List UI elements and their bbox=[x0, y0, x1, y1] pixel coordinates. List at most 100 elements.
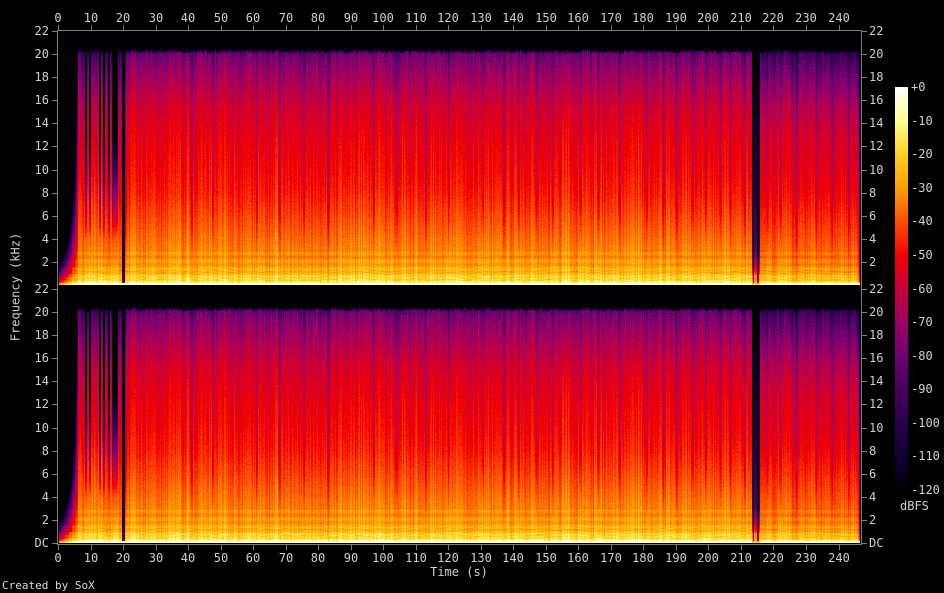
x-tick-bottom bbox=[611, 545, 612, 550]
x-tick-top bbox=[416, 25, 417, 30]
x-tick-label-top: 210 bbox=[730, 11, 752, 25]
y-tick-label-right: 16 bbox=[869, 351, 884, 365]
y-tick-right bbox=[862, 123, 867, 124]
y-tick-right bbox=[862, 289, 867, 290]
y-tick-label-left: 4 bbox=[41, 232, 49, 246]
y-tick-left bbox=[52, 77, 57, 78]
colorbar-tick-label: -20 bbox=[911, 147, 933, 161]
y-tick-left bbox=[52, 497, 57, 498]
x-tick-label-bottom: 10 bbox=[83, 551, 99, 565]
x-tick-label-top: 100 bbox=[372, 11, 394, 25]
x-tick-label-bottom: 210 bbox=[730, 551, 752, 565]
x-tick-top bbox=[513, 25, 514, 30]
x-tick-bottom bbox=[58, 545, 59, 550]
x-tick-label-bottom: 40 bbox=[180, 551, 196, 565]
y-tick-right bbox=[862, 381, 867, 382]
y-tick-right bbox=[862, 497, 867, 498]
x-tick-label-bottom: 160 bbox=[567, 551, 589, 565]
spectrogram-channel-2 bbox=[58, 289, 861, 543]
y-tick-label-right: 4 bbox=[869, 490, 877, 504]
y-tick-right bbox=[862, 451, 867, 452]
colorbar-tick-label: -110 bbox=[911, 449, 940, 463]
x-tick-bottom bbox=[676, 545, 677, 550]
y-tick-left bbox=[52, 474, 57, 475]
y-tick-right bbox=[862, 170, 867, 171]
y-tick-right bbox=[862, 428, 867, 429]
x-tick-bottom bbox=[286, 545, 287, 550]
y-tick-label-right: 6 bbox=[869, 467, 877, 481]
y-tick-label-right: 4 bbox=[869, 232, 877, 246]
y-tick-label-right: 2 bbox=[869, 513, 877, 527]
x-tick-top bbox=[481, 25, 482, 30]
y-tick-label-right: 10 bbox=[869, 421, 884, 435]
x-tick-label-top: 190 bbox=[665, 11, 687, 25]
x-tick-bottom bbox=[773, 545, 774, 550]
x-tick-top bbox=[448, 25, 449, 30]
x-tick-label-bottom: 150 bbox=[535, 551, 557, 565]
x-tick-label-bottom: 110 bbox=[405, 551, 427, 565]
x-tick-bottom bbox=[351, 545, 352, 550]
x-tick-label-bottom: 220 bbox=[762, 551, 784, 565]
colorbar-tick-label: +0 bbox=[911, 80, 926, 94]
x-tick-top bbox=[708, 25, 709, 30]
colorbar-title: dBFS bbox=[900, 499, 929, 513]
x-tick-label-bottom: 170 bbox=[600, 551, 622, 565]
y-tick-label-left: 6 bbox=[41, 467, 49, 481]
x-tick-label-top: 80 bbox=[310, 11, 326, 25]
x-tick-label-top: 170 bbox=[600, 11, 622, 25]
y-tick-label-right: 14 bbox=[869, 374, 884, 388]
y-tick-right bbox=[862, 404, 867, 405]
y-tick-label-left: 20 bbox=[34, 305, 49, 319]
x-tick-label-top: 130 bbox=[470, 11, 492, 25]
x-tick-bottom bbox=[481, 545, 482, 550]
x-tick-bottom bbox=[578, 545, 579, 550]
x-tick-label-bottom: 60 bbox=[245, 551, 261, 565]
plot-border-right bbox=[861, 30, 862, 545]
x-tick-label-top: 10 bbox=[83, 11, 99, 25]
y-tick-left bbox=[52, 100, 57, 101]
x-tick-label-bottom: 90 bbox=[343, 551, 359, 565]
y-tick-label-left: 2 bbox=[41, 255, 49, 269]
x-tick-bottom bbox=[806, 545, 807, 550]
x-tick-bottom bbox=[416, 545, 417, 550]
x-tick-bottom bbox=[91, 545, 92, 550]
y-tick-left bbox=[52, 428, 57, 429]
y-tick-label-right: 10 bbox=[869, 163, 884, 177]
y-tick-label-right: 20 bbox=[869, 47, 884, 61]
x-tick-label-bottom: 180 bbox=[632, 551, 654, 565]
x-tick-label-top: 40 bbox=[180, 11, 196, 25]
x-tick-bottom bbox=[383, 545, 384, 550]
x-tick-top bbox=[741, 25, 742, 30]
x-tick-label-top: 220 bbox=[762, 11, 784, 25]
x-tick-bottom bbox=[839, 545, 840, 550]
x-tick-bottom bbox=[643, 545, 644, 550]
y-tick-left bbox=[52, 54, 57, 55]
y-tick-label-left: 10 bbox=[34, 163, 49, 177]
colorbar-tick-label: -40 bbox=[911, 214, 933, 228]
x-tick-top bbox=[839, 25, 840, 30]
y-tick-left bbox=[52, 193, 57, 194]
y-tick-label-left: 8 bbox=[41, 444, 49, 458]
y-tick-left bbox=[52, 262, 57, 263]
colorbar-tick-label: -90 bbox=[911, 382, 933, 396]
x-tick-label-top: 60 bbox=[245, 11, 261, 25]
y-tick-label-left: 14 bbox=[34, 116, 49, 130]
y-tick-label-left: 18 bbox=[34, 328, 49, 342]
x-tick-bottom bbox=[546, 545, 547, 550]
x-tick-top bbox=[91, 25, 92, 30]
y-tick-left bbox=[52, 335, 57, 336]
y-tick-right bbox=[862, 77, 867, 78]
y-tick-left bbox=[52, 289, 57, 290]
y-tick-right bbox=[862, 358, 867, 359]
x-tick-top bbox=[123, 25, 124, 30]
y-tick-label-left: 16 bbox=[34, 351, 49, 365]
x-tick-bottom bbox=[513, 545, 514, 550]
colorbar-gradient bbox=[895, 87, 908, 490]
y-tick-label-left: 16 bbox=[34, 93, 49, 107]
y-tick-left bbox=[52, 381, 57, 382]
y-tick-right bbox=[862, 54, 867, 55]
y-tick-left bbox=[52, 404, 57, 405]
x-tick-top bbox=[318, 25, 319, 30]
y-tick-left bbox=[52, 543, 57, 544]
colorbar-tick-label: -30 bbox=[911, 181, 933, 195]
